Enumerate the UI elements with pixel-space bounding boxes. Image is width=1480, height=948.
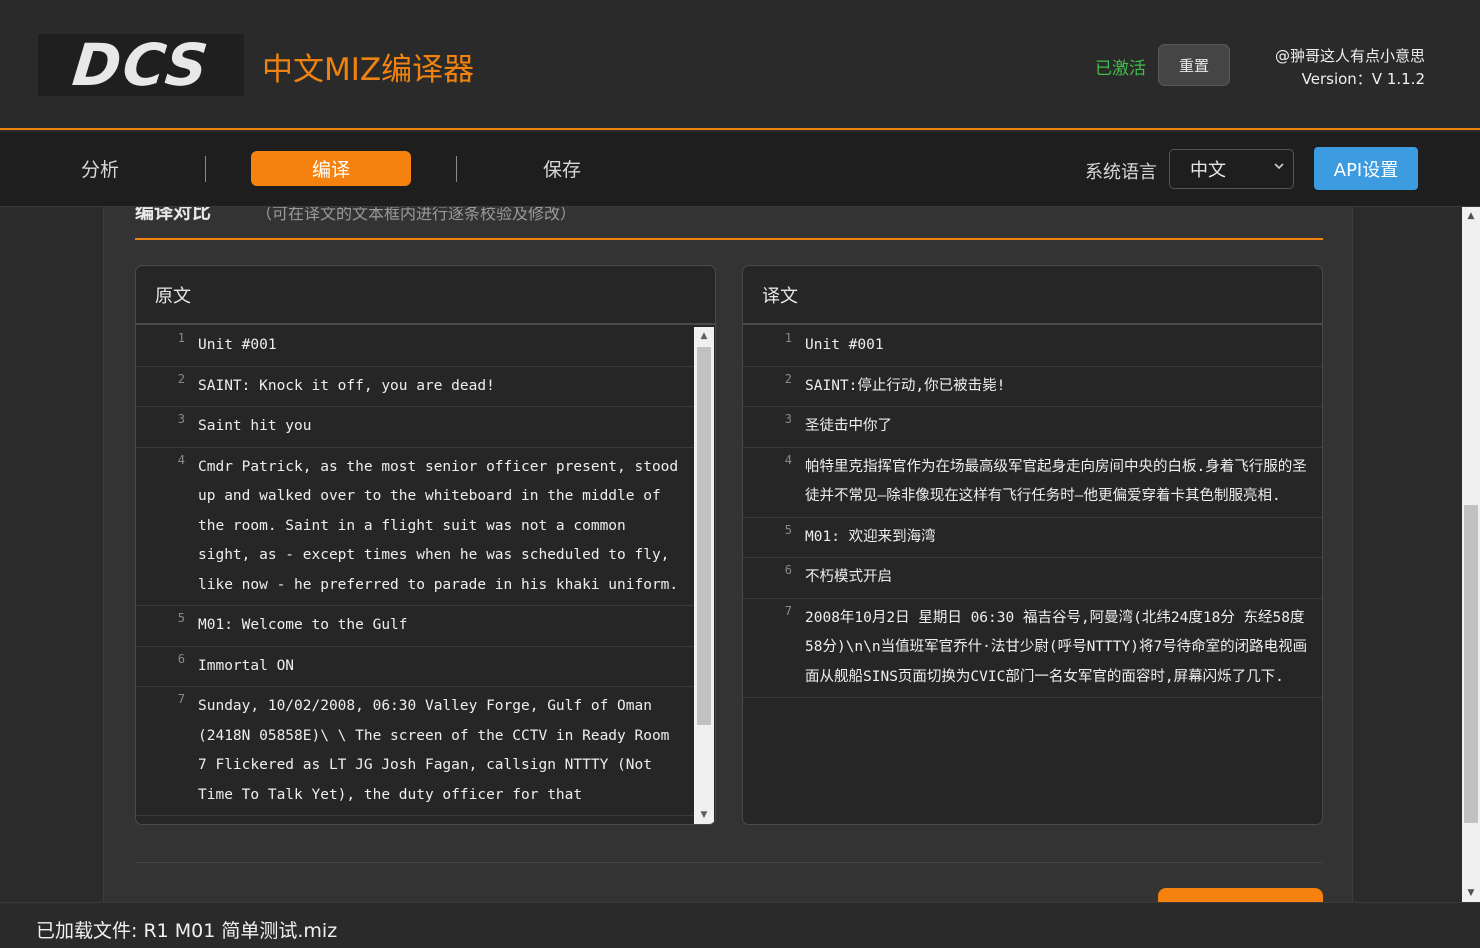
source-panel-title: 原文 [136,266,715,325]
page-scroll-thumb[interactable] [1464,505,1478,823]
target-text[interactable]: Unit #001 [805,326,1322,366]
page-scrollbar[interactable]: ▲ ▼ [1462,207,1480,902]
target-panel-title: 译文 [743,266,1322,325]
source-text[interactable]: Immortal ON [198,647,694,687]
api-settings-button[interactable]: API设置 [1314,147,1418,190]
source-row[interactable]: 6 Immortal ON [136,646,694,687]
line-number: 6 [784,563,792,577]
source-row[interactable]: 4 Cmdr Patrick, as the most senior office… [136,447,694,606]
app-header: DCS 中文MIZ编译器 已激活 重置 @翀哥这人有点小意思 Version：V… [0,0,1480,130]
scroll-up-icon[interactable]: ▲ [1462,207,1480,225]
nav-divider [456,156,457,182]
source-text[interactable]: Sunday, 10/02/2008, 06:30 Valley Forge, … [198,687,694,815]
dcs-logo: DCS [38,31,244,99]
source-row[interactable]: 7 Sunday, 10/02/2008, 06:30 Valley Forge,… [136,687,694,816]
scroll-up-icon[interactable]: ▲ [694,327,714,345]
source-text[interactable]: Unit #001 [198,326,694,366]
source-text[interactable]: M01: Welcome to the Gulf [198,606,694,646]
target-row[interactable]: 5 M01: 欢迎来到海湾 [743,517,1322,558]
source-text[interactable]: Saint hit you [198,407,694,447]
status-bar: 已加载文件: R1 M01 简单测试.miz [0,902,1480,948]
main-nav: 分析 编译 保存 系统语言 中文 API设置 [0,132,1480,207]
action-button[interactable] [1158,888,1323,902]
target-text[interactable]: SAINT:停止行动,你已被击毙! [805,367,1322,407]
source-row[interactable]: 5 M01: Welcome to the Gulf [136,606,694,647]
version-label: Version：V 1.1.2 [1301,70,1425,88]
target-rows[interactable]: 1 Unit #001 2 SAINT:停止行动,你已被击毙! 3 圣徒击中你了 4 帕特里克… [743,326,1322,698]
chevron-down-icon [1273,160,1285,176]
line-number: 1 [177,331,185,345]
tab-analyze[interactable]: 分析 [20,151,180,186]
scroll-thumb[interactable] [697,347,711,725]
scroll-down-icon[interactable]: ▼ [694,806,714,824]
target-row[interactable]: 6 不朽模式开启 [743,558,1322,599]
target-text[interactable]: 帕特里克指挥官作为在场最高级军官起身走向房间中央的白板.身着飞行服的圣徒并不常见… [805,448,1322,517]
source-rows[interactable]: 1 Unit #001 2 SAINT: Knock it off, you are … [136,326,694,816]
activation-status: 已激活 [1095,59,1146,79]
target-row[interactable]: 4 帕特里克指挥官作为在场最高级军官起身走向房间中央的白板.身着飞行服的圣徒并不常… [743,447,1322,518]
target-text[interactable]: M01: 欢迎来到海湾 [805,518,1322,558]
line-number: 3 [177,412,185,426]
section-divider [135,238,1323,240]
line-number: 4 [177,452,185,467]
line-number: 5 [177,611,185,625]
source-row[interactable]: 1 Unit #001 [136,326,694,367]
line-number: 1 [784,331,792,345]
source-text[interactable]: SAINT: Knock it off, you are dead! [198,367,694,407]
section-hint: （可在译文的文本框内进行逐条校验及修改） [256,207,577,223]
source-scrollbar[interactable]: ▲ ▼ [694,327,714,824]
target-text[interactable]: 不朽模式开启 [805,558,1322,598]
target-panel: 译文 1 Unit #001 2 SAINT:停止行动,你已被击毙! 3 圣徒击中你了 4 帕… [742,265,1323,825]
nav-divider [205,156,206,182]
tab-save[interactable]: 保存 [482,151,642,186]
source-text[interactable]: Cmdr Patrick, as the most senior officer… [198,448,694,606]
line-number: 2 [784,371,792,386]
language-select[interactable]: 中文 [1169,149,1294,189]
line-number: 2 [177,371,185,386]
author-name: @翀哥这人有点小意思 [1274,47,1425,65]
author-info: @翀哥这人有点小意思 Version：V 1.1.2 [1275,45,1425,91]
line-number: 5 [784,522,792,537]
app-title: 中文MIZ编译器 [262,52,475,88]
reset-button[interactable]: 重置 [1158,44,1230,86]
content-area: 编译对比 （可在译文的文本框内进行逐条校验及修改） 原文 1 Unit #001 2… [0,207,1462,902]
line-number: 3 [784,412,792,426]
language-value: 中文 [1190,160,1226,181]
line-number: 4 [784,452,792,467]
line-number: 7 [177,692,185,706]
line-number: 7 [784,603,792,618]
target-text[interactable]: 圣徒击中你了 [805,407,1322,447]
target-row[interactable]: 7 2008年10月2日 星期日 06:30 福吉谷号,阿曼湾(北纬24度18分 … [743,598,1322,698]
language-label: 系统语言 [1085,162,1157,183]
target-row[interactable]: 2 SAINT:停止行动,你已被击毙! [743,366,1322,407]
target-row[interactable]: 3 圣徒击中你了 [743,407,1322,448]
source-row[interactable]: 2 SAINT: Knock it off, you are dead! [136,366,694,407]
scroll-down-icon[interactable]: ▼ [1462,884,1480,902]
source-panel: 原文 1 Unit #001 2 SAINT: Knock it off, you a… [135,265,716,825]
loaded-file-label: 已加载文件: R1 M01 简单测试.miz [36,920,338,942]
target-text[interactable]: 2008年10月2日 星期日 06:30 福吉谷号,阿曼湾(北纬24度18分 东… [805,599,1322,698]
target-row[interactable]: 1 Unit #001 [743,326,1322,367]
bottom-divider [135,862,1323,863]
line-number: 6 [177,651,185,666]
source-row[interactable]: 3 Saint hit you [136,407,694,448]
tab-compile[interactable]: 编译 [251,151,411,186]
section-title: 编译对比 [135,207,212,223]
compile-card: 编译对比 （可在译文的文本框内进行逐条校验及修改） 原文 1 Unit #001 2… [103,207,1353,902]
